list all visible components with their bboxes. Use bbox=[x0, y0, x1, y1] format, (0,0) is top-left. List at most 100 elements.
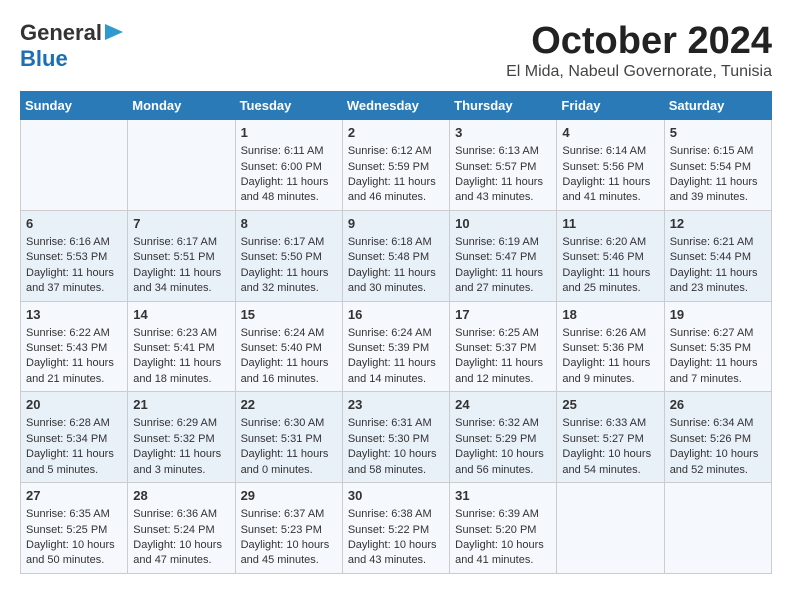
logo-general: General bbox=[20, 20, 102, 46]
daylight-text: Daylight: 11 hours and 27 minutes. bbox=[455, 266, 551, 297]
sunset-text: Sunset: 5:20 PM bbox=[455, 523, 551, 538]
day-number: 7 bbox=[133, 215, 229, 233]
calendar-cell: 17Sunrise: 6:25 AMSunset: 5:37 PMDayligh… bbox=[450, 301, 557, 392]
logo: General Blue bbox=[20, 20, 123, 72]
sunrise-text: Sunrise: 6:30 AM bbox=[241, 416, 337, 431]
sunrise-text: Sunrise: 6:19 AM bbox=[455, 235, 551, 250]
day-number: 15 bbox=[241, 306, 337, 324]
sunset-text: Sunset: 5:47 PM bbox=[455, 250, 551, 265]
calendar-cell: 3 Sunrise: 6:13 AMSunset: 5:57 PMDaylight… bbox=[450, 120, 557, 211]
calendar-cell: 12Sunrise: 6:21 AMSunset: 5:44 PMDayligh… bbox=[664, 210, 771, 301]
calendar-cell: 27Sunrise: 6:35 AMSunset: 5:25 PMDayligh… bbox=[21, 483, 128, 574]
day-number: 30 bbox=[348, 487, 444, 505]
daylight-text: Daylight: 11 hours and 32 minutes. bbox=[241, 266, 337, 297]
sunset-text: Sunset: 5:36 PM bbox=[562, 341, 658, 356]
sunrise-text: Sunrise: 6:13 AM bbox=[455, 144, 551, 159]
sunrise-text: Sunrise: 6:38 AM bbox=[348, 507, 444, 522]
calendar-cell: 20Sunrise: 6:28 AMSunset: 5:34 PMDayligh… bbox=[21, 392, 128, 483]
daylight-text: Daylight: 11 hours and 18 minutes. bbox=[133, 356, 229, 387]
sunrise-text: Sunrise: 6:11 AM bbox=[241, 144, 337, 159]
daylight-text: Daylight: 11 hours and 43 minutes. bbox=[455, 175, 551, 206]
daylight-text: Daylight: 11 hours and 23 minutes. bbox=[670, 266, 766, 297]
calendar-table: SundayMondayTuesdayWednesdayThursdayFrid… bbox=[20, 91, 772, 574]
daylight-text: Daylight: 11 hours and 34 minutes. bbox=[133, 266, 229, 297]
sunrise-text: Sunrise: 6:29 AM bbox=[133, 416, 229, 431]
sunset-text: Sunset: 5:26 PM bbox=[670, 432, 766, 447]
calendar-cell: 8Sunrise: 6:17 AMSunset: 5:50 PMDaylight… bbox=[235, 210, 342, 301]
calendar-cell bbox=[21, 120, 128, 211]
calendar-cell: 10 Sunrise: 6:19 AMSunset: 5:47 PMDayligh… bbox=[450, 210, 557, 301]
sunset-text: Sunset: 5:48 PM bbox=[348, 250, 444, 265]
day-number: 22 bbox=[241, 396, 337, 414]
day-number: 24 bbox=[455, 396, 551, 414]
day-number: 18 bbox=[562, 306, 658, 324]
day-number: 17 bbox=[455, 306, 551, 324]
sunset-text: Sunset: 5:25 PM bbox=[26, 523, 122, 538]
calendar-cell: 16Sunrise: 6:24 AMSunset: 5:39 PMDayligh… bbox=[342, 301, 449, 392]
daylight-text: Daylight: 11 hours and 39 minutes. bbox=[670, 175, 766, 206]
day-number: 3 bbox=[455, 124, 551, 142]
day-number: 11 bbox=[562, 215, 658, 233]
daylight-text: Daylight: 10 hours and 43 minutes. bbox=[348, 538, 444, 569]
sunset-text: Sunset: 5:23 PM bbox=[241, 523, 337, 538]
page-header: General Blue October 2024 El Mida, Nabeu… bbox=[20, 20, 772, 81]
day-number: 13 bbox=[26, 306, 122, 324]
calendar-week-1: 1Sunrise: 6:11 AMSunset: 6:00 PMDaylight… bbox=[21, 120, 772, 211]
daylight-text: Daylight: 11 hours and 46 minutes. bbox=[348, 175, 444, 206]
daylight-text: Daylight: 11 hours and 30 minutes. bbox=[348, 266, 444, 297]
day-number: 28 bbox=[133, 487, 229, 505]
day-number: 21 bbox=[133, 396, 229, 414]
sunset-text: Sunset: 5:41 PM bbox=[133, 341, 229, 356]
day-number: 20 bbox=[26, 396, 122, 414]
day-number: 25 bbox=[562, 396, 658, 414]
sunset-text: Sunset: 5:57 PM bbox=[455, 160, 551, 175]
sunrise-text: Sunrise: 6:39 AM bbox=[455, 507, 551, 522]
day-number: 1 bbox=[241, 124, 337, 142]
daylight-text: Daylight: 11 hours and 7 minutes. bbox=[670, 356, 766, 387]
daylight-text: Daylight: 10 hours and 56 minutes. bbox=[455, 447, 551, 478]
day-number: 10 bbox=[455, 215, 551, 233]
calendar-header: SundayMondayTuesdayWednesdayThursdayFrid… bbox=[21, 92, 772, 120]
calendar-cell: 24Sunrise: 6:32 AMSunset: 5:29 PMDayligh… bbox=[450, 392, 557, 483]
day-header-friday: Friday bbox=[557, 92, 664, 120]
sunset-text: Sunset: 5:53 PM bbox=[26, 250, 122, 265]
sunset-text: Sunset: 5:54 PM bbox=[670, 160, 766, 175]
day-number: 29 bbox=[241, 487, 337, 505]
calendar-cell: 18Sunrise: 6:26 AMSunset: 5:36 PMDayligh… bbox=[557, 301, 664, 392]
sunset-text: Sunset: 5:24 PM bbox=[133, 523, 229, 538]
sunrise-text: Sunrise: 6:12 AM bbox=[348, 144, 444, 159]
calendar-week-5: 27Sunrise: 6:35 AMSunset: 5:25 PMDayligh… bbox=[21, 483, 772, 574]
sunrise-text: Sunrise: 6:20 AM bbox=[562, 235, 658, 250]
day-number: 8 bbox=[241, 215, 337, 233]
daylight-text: Daylight: 10 hours and 41 minutes. bbox=[455, 538, 551, 569]
sunset-text: Sunset: 5:35 PM bbox=[670, 341, 766, 356]
calendar-cell: 28Sunrise: 6:36 AMSunset: 5:24 PMDayligh… bbox=[128, 483, 235, 574]
day-header-saturday: Saturday bbox=[664, 92, 771, 120]
sunrise-text: Sunrise: 6:17 AM bbox=[133, 235, 229, 250]
sunrise-text: Sunrise: 6:16 AM bbox=[26, 235, 122, 250]
calendar-cell: 2Sunrise: 6:12 AMSunset: 5:59 PMDaylight… bbox=[342, 120, 449, 211]
sunset-text: Sunset: 5:34 PM bbox=[26, 432, 122, 447]
daylight-text: Daylight: 10 hours and 45 minutes. bbox=[241, 538, 337, 569]
daylight-text: Daylight: 11 hours and 14 minutes. bbox=[348, 356, 444, 387]
day-number: 5 bbox=[670, 124, 766, 142]
sunset-text: Sunset: 5:46 PM bbox=[562, 250, 658, 265]
calendar-cell: 19Sunrise: 6:27 AMSunset: 5:35 PMDayligh… bbox=[664, 301, 771, 392]
daylight-text: Daylight: 10 hours and 47 minutes. bbox=[133, 538, 229, 569]
calendar-cell: 21Sunrise: 6:29 AMSunset: 5:32 PMDayligh… bbox=[128, 392, 235, 483]
sunrise-text: Sunrise: 6:31 AM bbox=[348, 416, 444, 431]
sunset-text: Sunset: 5:27 PM bbox=[562, 432, 658, 447]
sunrise-text: Sunrise: 6:25 AM bbox=[455, 326, 551, 341]
sunset-text: Sunset: 5:29 PM bbox=[455, 432, 551, 447]
logo-blue: Blue bbox=[20, 46, 68, 71]
daylight-text: Daylight: 10 hours and 58 minutes. bbox=[348, 447, 444, 478]
sunset-text: Sunset: 5:59 PM bbox=[348, 160, 444, 175]
daylight-text: Daylight: 11 hours and 0 minutes. bbox=[241, 447, 337, 478]
sunrise-text: Sunrise: 6:23 AM bbox=[133, 326, 229, 341]
day-number: 4 bbox=[562, 124, 658, 142]
calendar-cell: 22Sunrise: 6:30 AMSunset: 5:31 PMDayligh… bbox=[235, 392, 342, 483]
sunset-text: Sunset: 5:56 PM bbox=[562, 160, 658, 175]
calendar-cell: 6Sunrise: 6:16 AMSunset: 5:53 PMDaylight… bbox=[21, 210, 128, 301]
sunrise-text: Sunrise: 6:37 AM bbox=[241, 507, 337, 522]
calendar-cell bbox=[664, 483, 771, 574]
